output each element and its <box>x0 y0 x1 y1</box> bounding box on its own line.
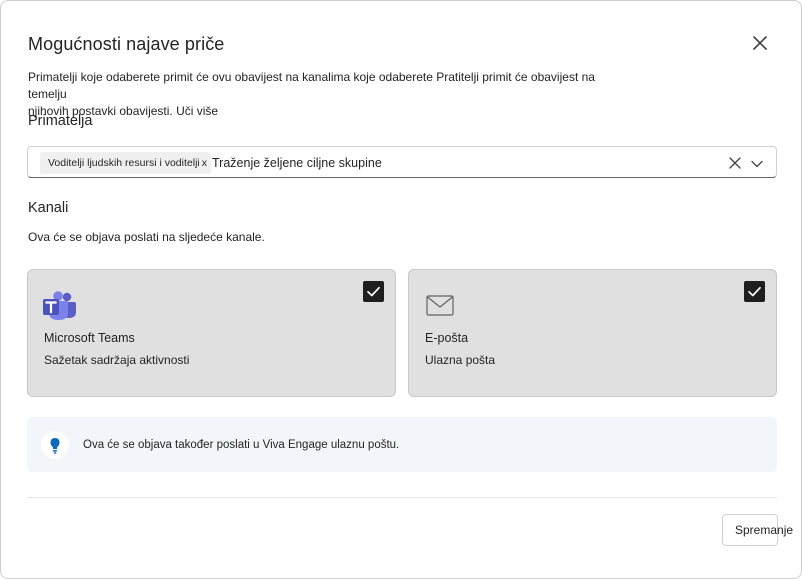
checkmark-icon <box>748 286 761 297</box>
channel-card-teams[interactable]: Microsoft Teams Sažetak sadržaja aktivno… <box>27 269 396 397</box>
channel-name: E-pošta <box>425 331 469 345</box>
channels-subtitle: Ova će se objava poslati na sljedeće kan… <box>28 230 265 244</box>
recipients-picker[interactable]: Voditelji ljudskih resursi i voditelji x … <box>27 146 777 178</box>
dialog-title: Mogućnosti najave priče <box>28 34 225 54</box>
channel-name: Microsoft Teams <box>44 331 135 345</box>
checkmark-icon <box>367 286 380 297</box>
recipient-chip[interactable]: Voditelji ljudskih resursi i voditelji x <box>40 152 211 174</box>
lightbulb-icon <box>41 431 69 459</box>
learn-more-link[interactable]: Uči više <box>176 104 218 118</box>
save-button[interactable]: Spremanje <box>722 514 793 546</box>
dialog-description: Primatelji koje odaberete primit će ovu … <box>28 69 628 120</box>
channel-card-email[interactable]: E-pošta Ulazna pošta <box>408 269 777 397</box>
channel-detail: Sažetak sadržaja aktivnosti <box>44 353 190 367</box>
info-message-text: Ova će se objava također poslati u Viva … <box>83 439 400 451</box>
channel-checkbox-teams[interactable] <box>363 281 384 302</box>
channels-label: Kanali <box>28 200 69 216</box>
info-message-bar: Ova će se objava također poslati u Viva … <box>27 417 777 472</box>
audience-search-input[interactable]: Traženje željene ciljne skupine <box>212 156 382 170</box>
microsoft-teams-icon <box>43 291 77 326</box>
recipient-chip-label: Voditelji ljudskih resursi i voditelji <box>48 157 200 169</box>
recipients-label: Primatelja <box>28 113 93 129</box>
clear-button[interactable] <box>728 156 742 170</box>
dismiss-icon <box>729 157 741 169</box>
description-line-1: Primatelji koje odaberete primit će ovu … <box>28 70 595 101</box>
footer-divider <box>27 497 777 498</box>
chevron-down-icon <box>751 160 763 168</box>
story-announcement-dialog: Mogućnosti najave priče Primatelji koje … <box>0 0 802 579</box>
mail-icon <box>426 295 454 322</box>
dropdown-button[interactable] <box>750 157 764 169</box>
channel-detail: Ulazna pošta <box>425 353 496 367</box>
chip-remove-button[interactable]: x <box>202 157 207 169</box>
close-button[interactable] <box>750 33 770 53</box>
close-icon <box>753 36 767 50</box>
channel-checkbox-email[interactable] <box>744 281 765 302</box>
